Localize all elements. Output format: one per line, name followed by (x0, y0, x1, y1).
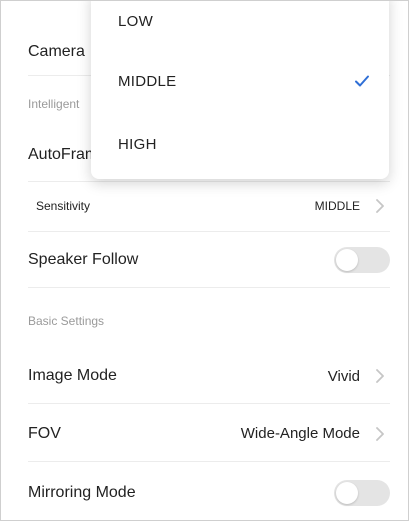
sensitivity-label: Sensitivity (36, 199, 91, 213)
mirroring-mode-toggle[interactable] (334, 480, 390, 506)
intelligent-section-header: Intelligent (28, 97, 80, 111)
toggle-knob (336, 482, 358, 504)
fov-label: FOV (28, 424, 61, 442)
sensitivity-value: MIDDLE (314, 199, 360, 213)
image-mode-label: Image Mode (28, 367, 117, 384)
dropdown-option-high[interactable]: HIGH (118, 124, 371, 164)
settings-screen: Camera Intelligent AutoFraming Sensitivi… (0, 0, 409, 521)
sensitivity-row[interactable]: Sensitivity MIDDLE (28, 181, 390, 232)
chevron-right-icon (376, 199, 384, 213)
toggle-knob (336, 249, 358, 271)
checkmark-icon (355, 75, 369, 87)
chevron-right-icon (376, 426, 384, 441)
image-mode-value: Vivid (327, 367, 360, 385)
speaker-follow-toggle[interactable] (334, 247, 390, 273)
option-label: MIDDLE (118, 72, 177, 90)
fov-row[interactable]: FOV Wide-Angle Mode (28, 406, 390, 462)
fov-value: Wide-Angle Mode (240, 425, 360, 442)
option-label: HIGH (118, 135, 157, 153)
option-label: LOW (118, 12, 154, 30)
image-mode-row[interactable]: Image Mode Vivid (28, 349, 390, 404)
chevron-right-icon (376, 369, 384, 383)
speaker-follow-label: Speaker Follow (28, 251, 139, 268)
mirroring-mode-row: Mirroring Mode (28, 465, 390, 520)
camera-label: Camera (28, 43, 85, 60)
sensitivity-dropdown: LOW MIDDLE HIGH (91, 1, 389, 179)
mirroring-mode-label: Mirroring Mode (28, 484, 136, 501)
basic-settings-section-header: Basic Settings (28, 314, 105, 328)
dropdown-option-low[interactable]: LOW (118, 1, 371, 41)
dropdown-option-middle[interactable]: MIDDLE (118, 61, 371, 101)
speaker-follow-row: Speaker Follow (28, 233, 390, 288)
